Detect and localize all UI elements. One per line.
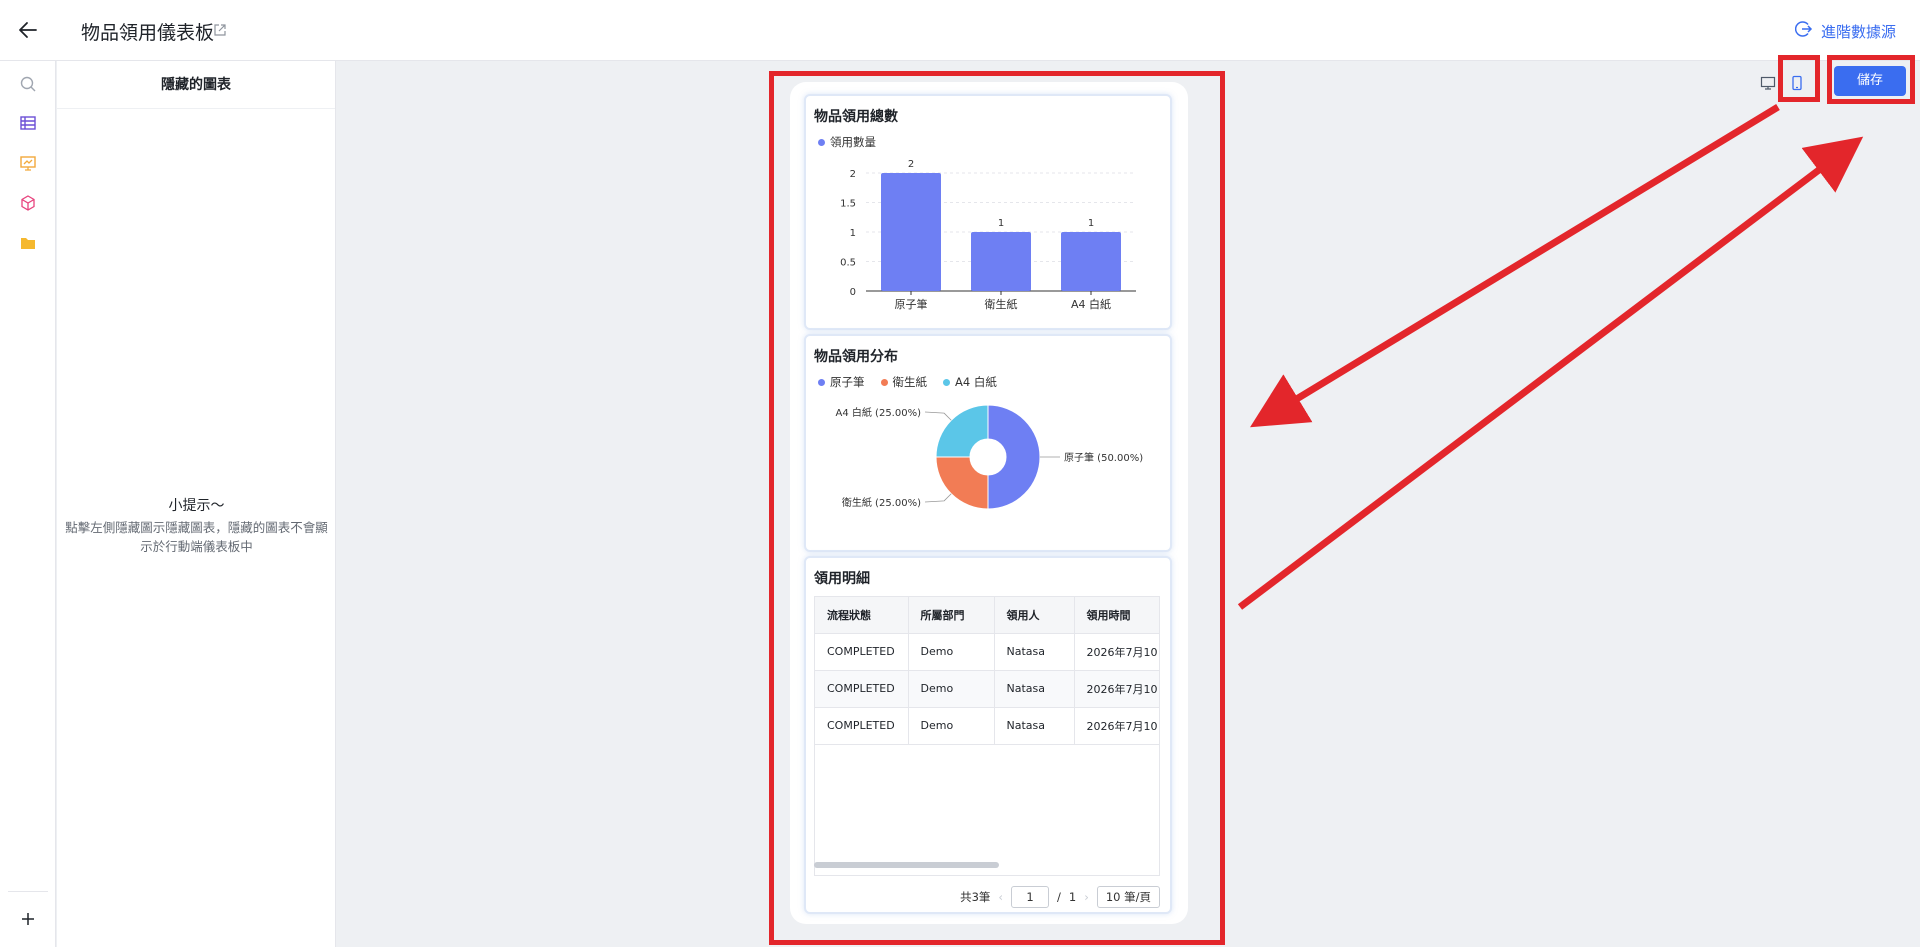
page-title: 物品領用儀表板: [81, 22, 215, 44]
annotation-box-save: [1827, 55, 1915, 104]
advanced-data-source-label: 進階數據源: [1820, 22, 1896, 41]
logout-arrow-icon: [1794, 20, 1813, 42]
hidden-charts-panel: 隱藏的圖表 小提示～ 點擊左側隱藏圖示隱藏圖表，隱藏的圖表不會顯 示於行動端儀表…: [57, 61, 336, 947]
arrow-to-dashboard: [1250, 104, 1780, 428]
folder-icon[interactable]: [16, 231, 40, 255]
search-icon[interactable]: [16, 72, 40, 96]
annotation-box-dashboard: [769, 71, 1225, 945]
desktop-view-icon[interactable]: [1757, 72, 1779, 94]
hint-line-1: 點擊左側隱藏圖示隱藏圖表，隱藏的圖表不會顯: [65, 520, 328, 535]
external-link-icon[interactable]: [213, 22, 227, 36]
cube-icon[interactable]: [16, 191, 40, 215]
plus-icon[interactable]: [16, 907, 40, 931]
hidden-charts-title: 隱藏的圖表: [57, 61, 335, 109]
left-icon-rail: [0, 61, 56, 947]
table-icon[interactable]: [16, 111, 40, 135]
arrow-to-save: [1237, 136, 1864, 610]
annotation-box-mobile-toggle: [1778, 55, 1820, 102]
advanced-data-source-link[interactable]: 進階數據源: [1794, 20, 1896, 42]
rail-divider: [8, 891, 48, 892]
back-arrow-icon[interactable]: [16, 18, 40, 42]
hint-line-2: 示於行動端儀表板中: [140, 539, 253, 554]
dashboard-icon[interactable]: [16, 151, 40, 175]
top-header: 物品領用儀表板 進階數據源: [0, 0, 1920, 61]
hint-title: 小提示～: [168, 498, 225, 514]
hint-box: 小提示～ 點擊左側隱藏圖示隱藏圖表，隱藏的圖表不會顯 示於行動端儀表板中: [57, 497, 336, 556]
